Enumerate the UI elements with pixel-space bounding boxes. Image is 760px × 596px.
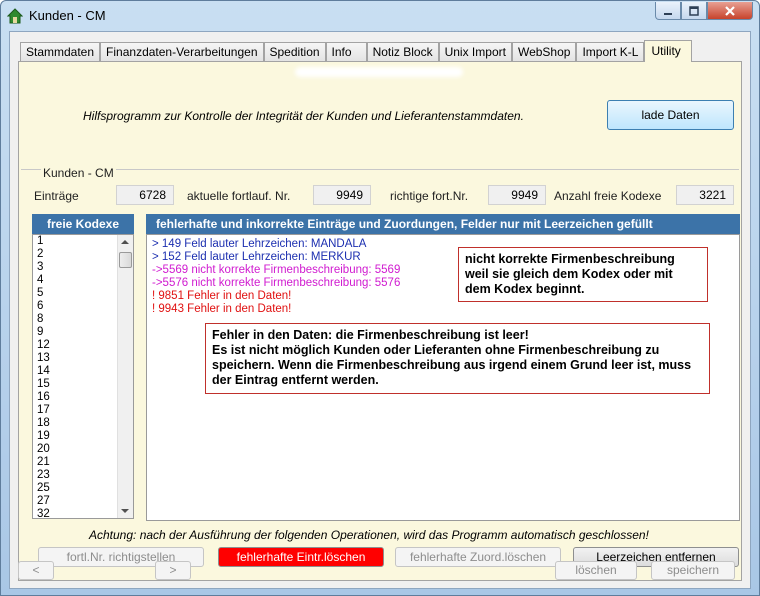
tab-import-kl[interactable]: Import K-L: [576, 42, 645, 62]
entries-value: 6728: [116, 185, 174, 205]
errors-list[interactable]: > 149 Feld lauter Lehrzeichen: MANDALA > …: [146, 234, 740, 521]
maximize-button[interactable]: [681, 2, 707, 20]
close-icon: [725, 5, 735, 16]
tab-spedition[interactable]: Spedition: [263, 42, 326, 62]
correct-number-value: 9949: [488, 185, 546, 205]
tab-webshop[interactable]: WebShop: [511, 42, 577, 62]
note-incorrect-description: nicht korrekte Firmenbeschreibung weil s…: [458, 247, 708, 302]
scroll-thumb[interactable]: [119, 252, 132, 268]
delete-faulty-assignments-button[interactable]: fehlerhafte Zuord.löschen: [395, 547, 561, 567]
entries-label: Einträge: [34, 189, 79, 203]
tab-unix-import[interactable]: Unix Import: [438, 42, 512, 62]
group-legend: Kunden - CM: [41, 166, 116, 180]
delete-faulty-entries-button[interactable]: fehlerhafte Eintr.löschen: [218, 547, 384, 567]
error-line: ! 9943 Fehler in den Daten!: [152, 303, 292, 315]
prev-record-button[interactable]: <: [18, 561, 54, 580]
maximize-icon: [689, 5, 699, 16]
correct-number-label: richtige fort.Nr.: [390, 189, 469, 203]
house-icon: [6, 8, 24, 24]
delete-button[interactable]: löschen: [555, 561, 637, 580]
redacted-area: [295, 67, 463, 77]
error-line: ! 9851 Fehler in den Daten!: [152, 290, 292, 302]
free-codes-scrollbar[interactable]: [117, 235, 133, 518]
close-button[interactable]: [707, 2, 753, 20]
tab-notiz-block[interactable]: Notiz Block: [366, 42, 439, 62]
utility-panel: Hilfsprogramm zur Kontrolle der Integrit…: [18, 61, 742, 581]
next-record-button[interactable]: >: [155, 561, 191, 580]
save-button[interactable]: speichern: [651, 561, 735, 580]
current-number-label: aktuelle fortlauf. Nr.: [187, 189, 291, 203]
current-number-value: 9949: [313, 185, 371, 205]
error-line: > 149 Feld lauter Lehrzeichen: MANDALA: [152, 238, 367, 250]
warning-text: Achtung: nach der Ausführung der folgend…: [89, 528, 649, 542]
scroll-down-icon[interactable]: [121, 509, 129, 513]
free-codes-header: freie Kodexe: [32, 214, 134, 234]
app-window: Kunden - CM Stammdaten Finanzdaten-Verar…: [0, 0, 760, 596]
minimize-button[interactable]: [655, 2, 681, 20]
note-empty-description: Fehler in den Daten: die Firmenbeschreib…: [205, 323, 710, 394]
errors-header: fehlerhafte und inkorrekte Einträge und …: [146, 214, 740, 234]
utility-description: Hilfsprogramm zur Kontrolle der Integrit…: [83, 109, 524, 123]
tab-finanzdaten[interactable]: Finanzdaten-Verarbeitungen: [100, 42, 264, 62]
free-codes-list[interactable]: 12345689121314151617181920212325273235: [32, 234, 134, 519]
free-codes-count-label: Anzahl freie Kodexe: [554, 189, 662, 203]
tab-info[interactable]: Info: [325, 42, 367, 62]
window-title: Kunden - CM: [29, 8, 106, 23]
scroll-up-icon[interactable]: [121, 240, 129, 244]
error-line: > 152 Feld lauter Lehrzeichen: MERKUR: [152, 251, 361, 263]
minimize-icon: [664, 12, 672, 15]
error-line: ->5569 nicht korrekte Firmenbeschreibung…: [152, 264, 401, 276]
tab-utility[interactable]: Utility: [644, 40, 692, 62]
free-codes-count-value: 3221: [676, 185, 734, 205]
tab-stammdaten[interactable]: Stammdaten: [20, 42, 101, 62]
tab-strip: Stammdaten Finanzdaten-Verarbeitungen Sp…: [20, 40, 692, 62]
title-bar: Kunden - CM: [1, 1, 759, 31]
load-data-button[interactable]: lade Daten: [607, 100, 734, 130]
client-area: Stammdaten Finanzdaten-Verarbeitungen Sp…: [9, 31, 751, 589]
error-line: ->5576 nicht korrekte Firmenbeschreibung…: [152, 277, 401, 289]
